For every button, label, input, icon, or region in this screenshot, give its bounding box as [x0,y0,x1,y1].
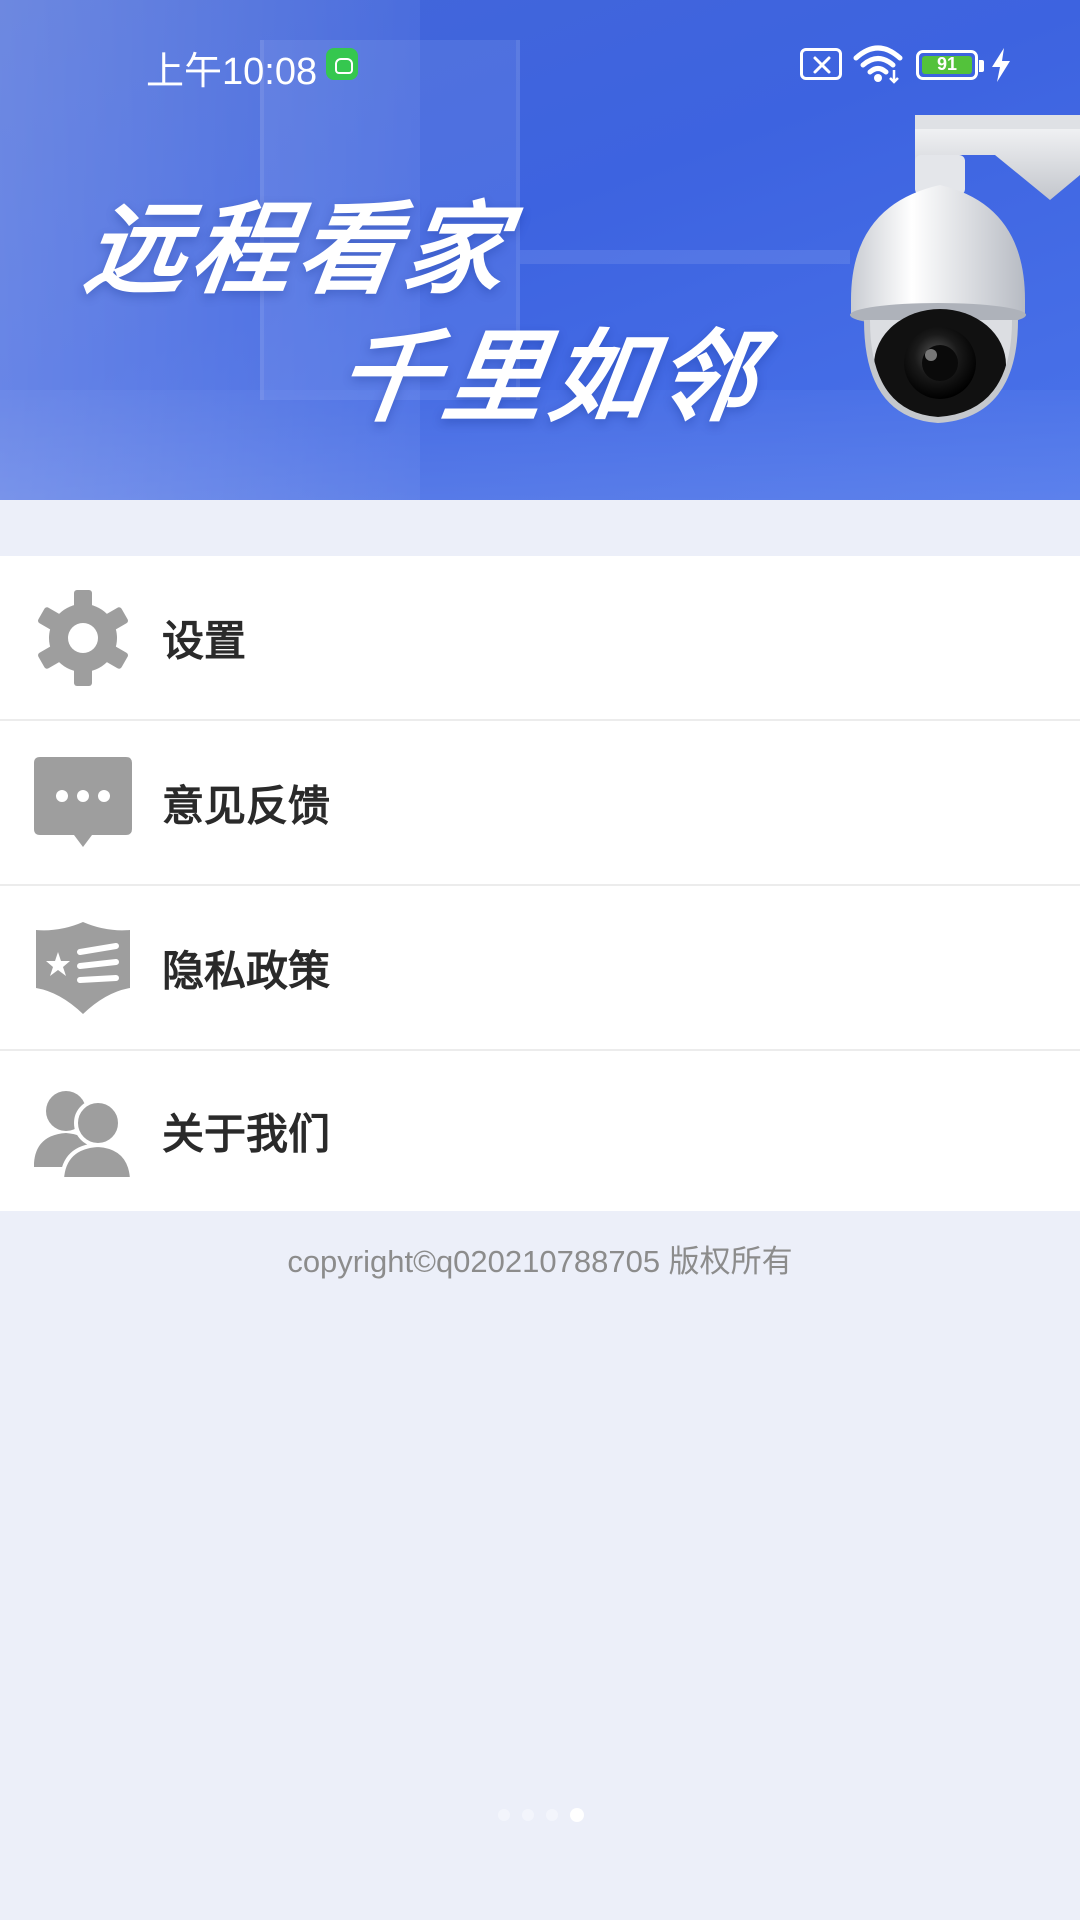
page-dot [522,1809,534,1821]
users-icon [32,1080,134,1182]
screen: 远程看家 千里如邻 上午10:08 91 设置 意见反馈 隐私政策 关于我们 c… [0,0,1080,1920]
page-dot [546,1809,558,1821]
page-dot [498,1809,510,1821]
battery-icon: 91 [916,50,984,80]
battery-nub [979,60,984,72]
page-dot-active [570,1808,584,1822]
copyright-text: copyright©q020210788705 版权所有 [287,1244,793,1279]
banner-slogan-line1: 远程看家 [78,191,519,308]
menu-item-label: 设置 [162,616,247,665]
menu-list: 设置 意见反馈 隐私政策 关于我们 [0,556,1080,1211]
menu-item-label: 关于我们 [162,1109,331,1159]
security-camera-illustration [845,115,1080,439]
menu-item-settings[interactable]: 设置 [0,556,1080,721]
page-indicator [498,1808,584,1822]
wifi-icon [852,44,904,88]
banner-background-table [520,250,850,264]
app-notification-icon [326,48,358,80]
no-sim-icon [800,48,842,80]
feedback-chat-icon [32,752,134,854]
menu-item-feedback[interactable]: 意见反馈 [0,721,1080,886]
status-time: 上午10:08 [146,51,318,93]
charging-bolt-icon [990,48,1012,86]
menu-item-about-us[interactable]: 关于我们 [0,1051,1080,1211]
status-bar: 上午10:08 91 [0,0,1080,130]
menu-item-label: 隐私政策 [162,946,331,995]
menu-item-privacy-policy[interactable]: 隐私政策 [0,886,1080,1051]
privacy-shield-icon [32,917,134,1019]
battery-level: 91 [936,54,958,74]
banner: 远程看家 千里如邻 上午10:08 91 [0,0,1080,500]
banner-slogan-line2: 千里如邻 [330,319,771,436]
menu-item-label: 意见反馈 [162,781,331,830]
gear-icon [32,587,134,689]
